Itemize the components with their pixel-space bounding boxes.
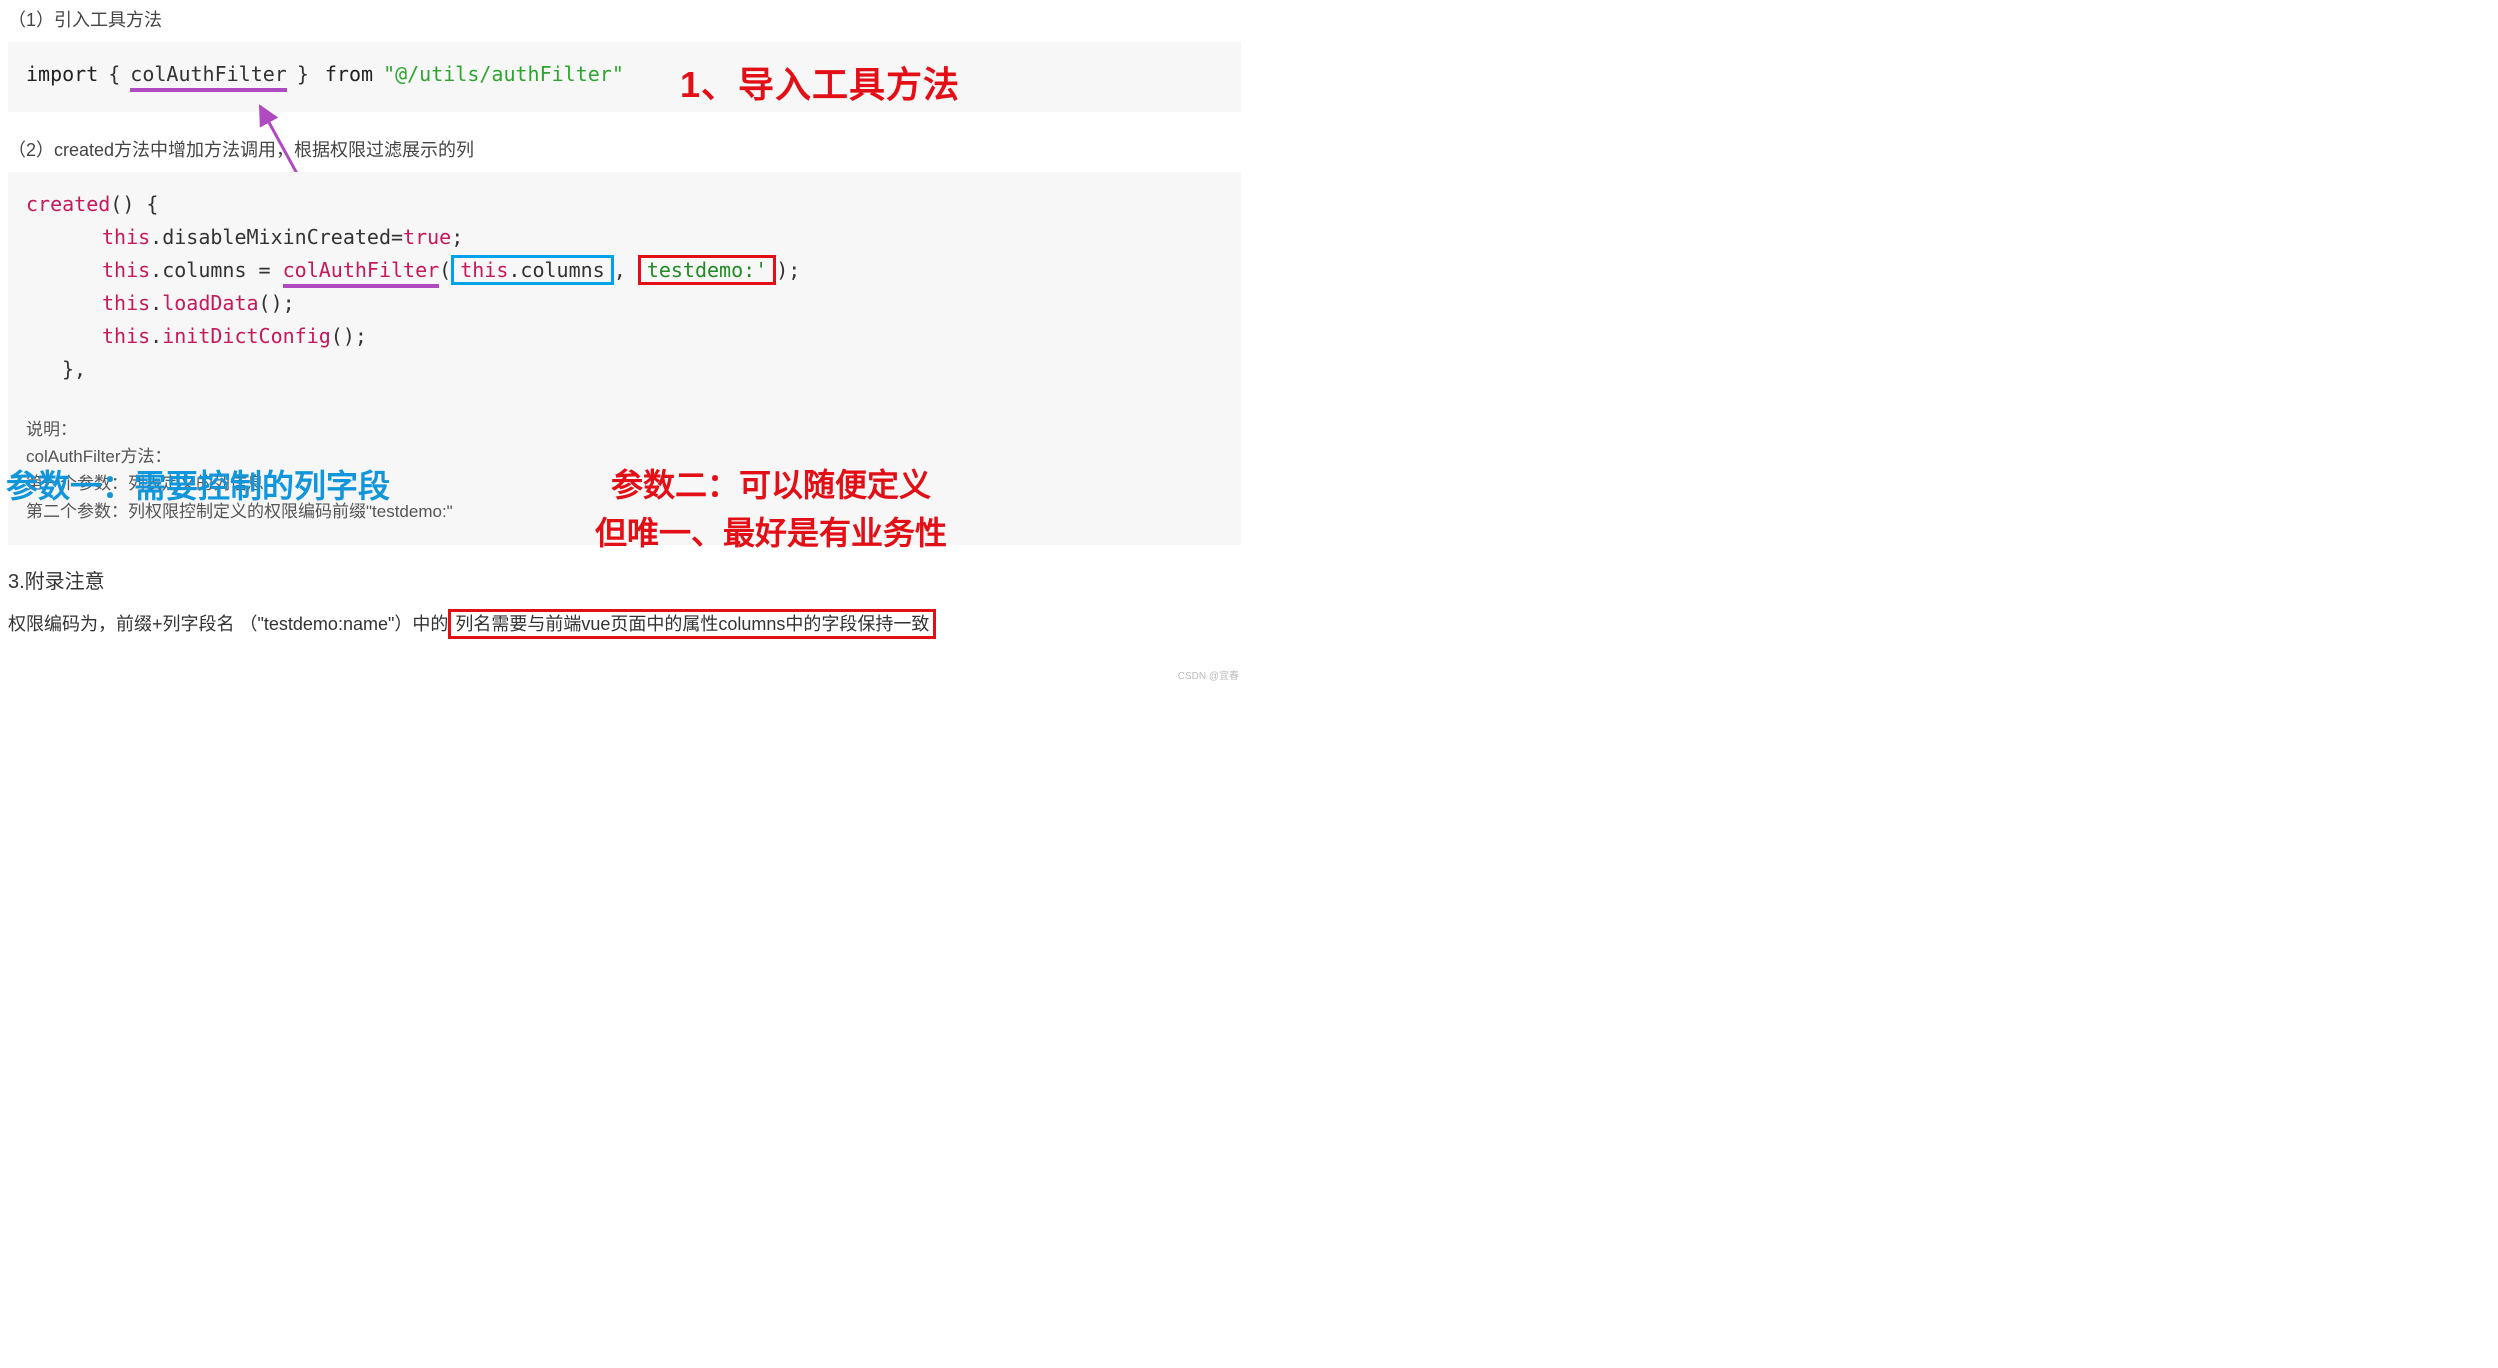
line2-lp: ( [439,258,451,282]
this-kw-2: this [102,258,150,282]
this-kw-3: this [102,291,150,315]
line3-dot: . [150,291,162,315]
brace-open: { [108,62,120,86]
code-line-4: this.initDictConfig(); [26,320,1223,353]
line1-semi: ; [451,225,463,249]
appendix-title: 3.附录注意 [8,565,1241,594]
this-kw: this [102,225,150,249]
footer-line: 权限编码为，前缀+列字段名 （"testdemo:name"）中的列名需要与前端… [8,610,1241,636]
code-block-1: import { colAuthFilter } from "@/utils/a… [8,42,1241,112]
line2-comma: , [614,258,626,282]
keyword-import: import [26,62,98,86]
code-line-2: this.columns = colAuthFilter(this.column… [26,254,1223,287]
annotation-param2: 参数二：可以随便定义 但唯一、最好是有业务性 [595,461,947,557]
arg1-columns: .columns [508,258,604,282]
annotation-param2-l1: 参数二：可以随便定义 [595,461,947,509]
colauthfilter-call: colAuthFilter [283,258,440,288]
annotation-param1: 参数一：需要控制的列字段 [6,461,390,507]
step2-title: （2）created方法中增加方法调用，根据权限过滤展示的列 [8,136,1241,162]
initdictconfig-fn: initDictConfig [162,324,331,348]
annotation-1: 1、导入工具方法 [680,56,960,108]
true-value: true [403,225,451,249]
this-kw-arg: this [460,258,508,282]
step1-title: （1）引入工具方法 [8,6,1241,32]
annotation-param2-l2: 但唯一、最好是有业务性 [595,509,947,557]
watermark: CSDN @宜春 [1178,667,1239,682]
this-kw-4: this [102,324,150,348]
arg1-box: this.columns [451,255,614,285]
line3-end: (); [259,291,295,315]
loaddata-fn: loadData [162,291,258,315]
arg2-box: testdemo:' [638,255,776,285]
line2-rp: ); [776,258,800,282]
identifier-colauthfilter: colAuthFilter [130,62,287,92]
arg2-testdemo: testdemo:' [647,258,767,282]
footer-box: 列名需要与前端vue页面中的属性columns中的字段保持一致 [448,609,936,639]
line4-dot: . [150,324,162,348]
code-line-created: created() { [26,188,1223,221]
line4-end: (); [331,324,367,348]
code-line-close: }, [26,353,1223,386]
brace-close: } [297,62,309,86]
code-line-1: this.disableMixinCreated=true; [26,221,1223,254]
created-identifier: created [26,192,110,216]
line2-cols: .columns = [150,258,282,282]
keyword-from: from [325,62,373,86]
created-parens: () { [110,192,158,216]
line1-mid: .disableMixinCreated= [150,225,403,249]
import-path-string: "@/utils/authFilter" [383,62,624,86]
notes-l1: 说明： [26,416,1223,443]
import-line: import { colAuthFilter } from "@/utils/a… [26,62,1223,92]
code-line-3: this.loadData(); [26,287,1223,320]
footer-pre: 权限编码为，前缀+列字段名 （"testdemo:name"）中的 [8,614,448,634]
